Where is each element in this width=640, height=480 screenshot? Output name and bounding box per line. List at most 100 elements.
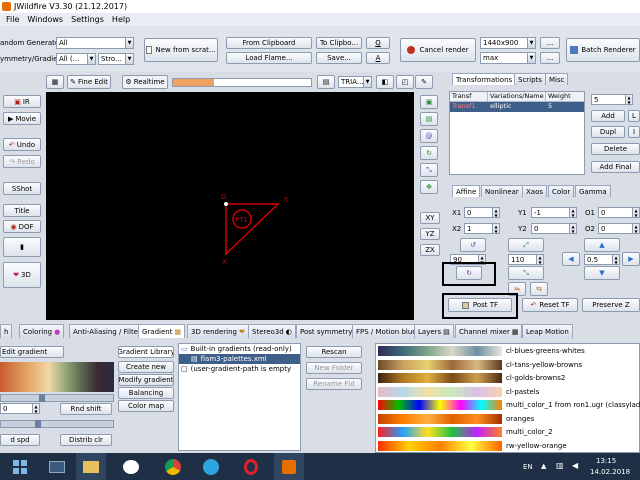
gradient-swatch[interactable] xyxy=(378,346,502,356)
move-amount-field[interactable]: 0.5 ▲ ▼ xyxy=(584,254,620,265)
x1-field[interactable]: 0 ▲ ▼ xyxy=(464,207,500,218)
gradient-name[interactable]: cl-golds-browns2 xyxy=(506,374,565,382)
post-tf-toggle[interactable]: Post TF xyxy=(448,298,512,312)
gradient-swatch[interactable] xyxy=(378,427,502,437)
gradient-name[interactable]: rw-yellow-orange xyxy=(506,442,567,450)
xy-plane-button[interactable]: XY xyxy=(420,212,440,224)
tab-post-symmetry[interactable]: Post symmetry xyxy=(296,324,357,338)
clock-date[interactable]: 14.02.2018 xyxy=(590,468,630,476)
gradient-library-button[interactable]: Gradient Library xyxy=(118,346,174,358)
column-header[interactable]: Variations/Name xyxy=(488,92,546,101)
undo-button[interactable]: ↶ Undo xyxy=(3,138,41,151)
grid-icon[interactable]: ▦ xyxy=(46,75,64,89)
move-icon[interactable]: ✥ xyxy=(420,180,438,194)
tree-node[interactable]: ▭ Built-in gradients (read-only) xyxy=(179,344,300,354)
tab-layers[interactable]: Layers ▤ xyxy=(414,324,454,338)
load-flame-button[interactable]: Load Flame... xyxy=(226,52,312,64)
gradient-preview[interactable] xyxy=(0,362,114,392)
slider-thumb[interactable] xyxy=(35,420,41,428)
move-down-icon[interactable]: ▼ xyxy=(584,266,620,280)
gradient-name[interactable]: multi_color_1 from ron1.ugr (classylady.… xyxy=(506,401,640,409)
menu-windows[interactable]: Windows xyxy=(27,15,63,24)
transform-count-field[interactable]: 5 ▲ ▼ xyxy=(591,94,633,105)
tab-gradient[interactable]: Gradient ▦ xyxy=(138,324,186,338)
image-icon[interactable]: ▣ xyxy=(420,95,438,109)
fine-edit-button[interactable]: ✎ Fine Edit xyxy=(67,75,111,89)
reset-tf-button[interactable]: ↶ Reset TF xyxy=(522,298,578,312)
ir-button[interactable]: ▣ IR xyxy=(3,95,41,108)
o1-field[interactable]: 0 ▲ ▼ xyxy=(598,207,640,218)
gradient-generator-select[interactable]: Stro... ▼ xyxy=(98,53,134,65)
gradient-name[interactable]: cl-tans-yellow-browns xyxy=(506,361,582,369)
add-transform-button[interactable]: Add xyxy=(591,110,625,122)
tray-chevron-icon[interactable]: ▲ xyxy=(541,462,546,470)
duplicate-transform-button[interactable]: Dupl xyxy=(591,126,625,138)
tray-network-icon[interactable]: ▥ xyxy=(556,461,564,470)
enlarge-icon[interactable]: ⤢ xyxy=(508,238,544,252)
scale-amount-field[interactable]: 110 ▲ ▼ xyxy=(508,254,544,265)
transform-triangle[interactable] xyxy=(225,203,280,256)
tab-channel-mixer[interactable]: Channel mixer ▦ xyxy=(455,324,523,338)
gradient-swatch[interactable] xyxy=(378,413,502,424)
a-button[interactable]: A xyxy=(366,52,390,64)
menu-help[interactable]: Help xyxy=(112,15,130,24)
sshot-button[interactable]: SShot xyxy=(3,182,41,195)
color-map-button[interactable]: Color map xyxy=(118,400,174,412)
rnd-shift-button[interactable]: Rnd shift xyxy=(60,403,112,415)
i-button[interactable]: I xyxy=(628,126,640,138)
y1-field[interactable]: -1 ▲ ▼ xyxy=(531,207,577,218)
rename-folder-button[interactable]: Rename Fld xyxy=(306,378,362,390)
zx-plane-button[interactable]: ZX xyxy=(420,244,440,256)
image-icon[interactable]: ▤ xyxy=(420,112,438,126)
gradient-swatch[interactable] xyxy=(378,400,502,410)
taskbar-explorer-icon[interactable] xyxy=(42,453,72,480)
slider-thumb[interactable] xyxy=(39,394,45,402)
taskbar-java-icon[interactable] xyxy=(274,453,304,480)
taskbar-chrome-icon[interactable] xyxy=(158,453,188,480)
new-folder-button[interactable]: New Folder xyxy=(306,362,362,374)
d-spd-button[interactable]: d spd xyxy=(0,434,40,446)
batch-renderer-button[interactable]: Batch Renderer xyxy=(566,38,640,62)
random-generator-select[interactable]: All ▼ xyxy=(56,37,134,49)
gradient-swatch[interactable] xyxy=(378,386,502,397)
gradient-name[interactable]: multi_color_2 xyxy=(506,428,553,436)
gradient-name[interactable]: oranges xyxy=(506,415,534,423)
title-button[interactable]: Title xyxy=(3,204,41,217)
resolution-select[interactable]: 1440x900 ▼ xyxy=(480,37,536,49)
resolution-more-button[interactable]: ... xyxy=(540,37,560,49)
preserve-z-toggle[interactable]: Preserve Z xyxy=(582,298,640,312)
create-new-button[interactable]: Create new xyxy=(118,361,174,373)
3d-button[interactable]: ❤ 3D xyxy=(3,262,41,288)
rotate-icon[interactable]: ↻ xyxy=(420,146,438,160)
taskbar-telegram-icon[interactable] xyxy=(196,453,226,480)
start-button[interactable] xyxy=(0,453,40,480)
o2-field[interactable]: 0 ▲ ▼ xyxy=(598,223,640,234)
speed-slider[interactable] xyxy=(0,420,114,428)
cancel-render-button[interactable]: Cancel render xyxy=(400,38,476,62)
tray-volume-icon[interactable]: ◀ xyxy=(572,461,578,470)
transforms-table[interactable]: Transf Variations/Name Weight Transf1 el… xyxy=(449,91,585,175)
edit-gradient-button[interactable]: Edit gradient xyxy=(0,346,64,358)
yz-plane-button[interactable]: YZ xyxy=(420,228,440,240)
menu-file[interactable]: File xyxy=(6,15,19,24)
clock-time[interactable]: 13:15 xyxy=(596,457,616,465)
q-button[interactable]: Q xyxy=(366,37,390,49)
balancing-button[interactable]: Balancing xyxy=(118,387,174,399)
tab-3d-rendering[interactable]: 3D rendering ❤ xyxy=(187,324,249,338)
to-clipboard-button[interactable]: To Clipbo... xyxy=(316,37,362,49)
table-row[interactable]: Transf1 elliptic 5 xyxy=(450,102,584,112)
distrib-clr-button[interactable]: Distrib clr xyxy=(60,434,112,446)
tab-stereo3d[interactable]: Stereo3d ◐ xyxy=(248,324,296,338)
rotate-left-icon[interactable]: ↺ xyxy=(460,238,486,252)
layout-icon[interactable]: ▤ xyxy=(317,75,335,89)
l-button[interactable]: L xyxy=(628,110,640,122)
palette-icon[interactable]: ◧ xyxy=(376,75,394,89)
input-language[interactable]: EN xyxy=(523,463,533,471)
tab-leap-motion[interactable]: Leap Motion xyxy=(522,324,573,338)
y2-field[interactable]: 0 ▲ ▼ xyxy=(531,223,577,234)
tree-node[interactable]: ▤ flam3-palettes.xml xyxy=(179,354,300,364)
taskbar-folder-icon[interactable] xyxy=(76,453,106,480)
flame-canvas[interactable]: PT1 O Y X xyxy=(46,92,414,320)
new-from-scratch-button[interactable]: New from scrat... xyxy=(144,38,218,62)
move-right-icon[interactable]: ▶ xyxy=(622,252,640,266)
